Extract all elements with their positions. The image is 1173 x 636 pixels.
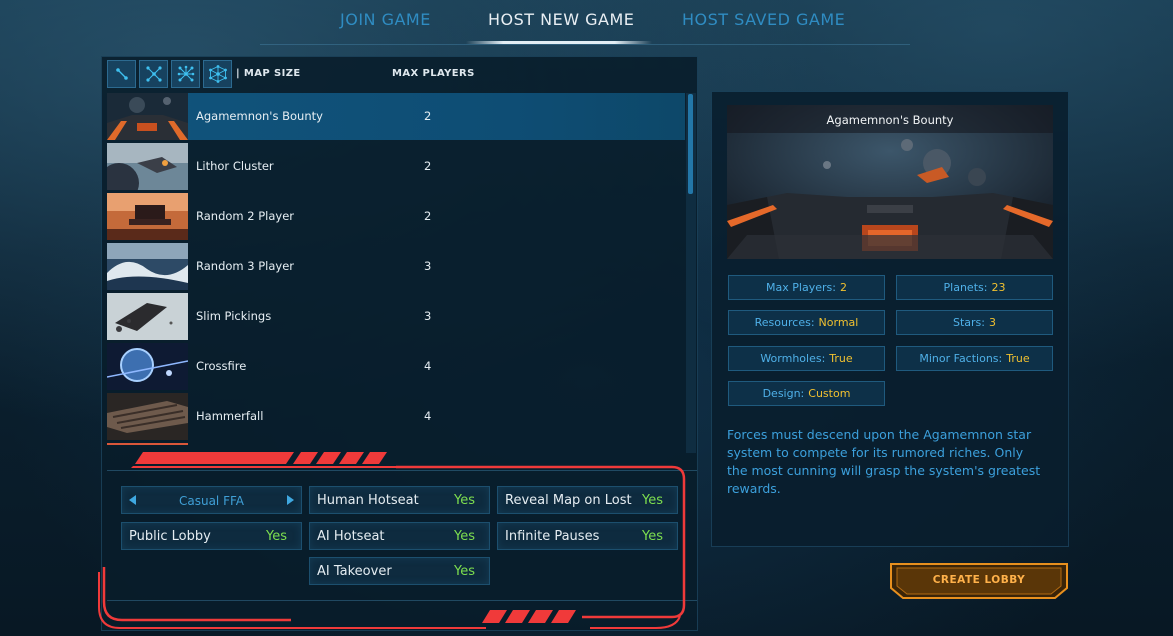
map-thumbnail — [107, 143, 188, 190]
map-row-agamemnons-bounty[interactable]: Agamemnon's Bounty 2 — [107, 93, 685, 140]
large-map-icon[interactable] — [171, 60, 200, 88]
map-thumbnail — [107, 393, 188, 440]
stat-planets: Planets: 23 — [896, 275, 1053, 300]
stat-design: Design: Custom — [728, 381, 885, 406]
medium-map-icon[interactable] — [139, 60, 168, 88]
stat-minor-factions-label: Minor Factions: — [919, 352, 1003, 365]
map-row-lithor-cluster[interactable]: Lithor Cluster 2 — [107, 143, 685, 190]
stat-planets-label: Planets: — [943, 281, 988, 294]
map-thumbnail — [107, 193, 188, 240]
map-name: Slim Pickings — [196, 309, 272, 323]
huge-map-icon[interactable] — [203, 60, 232, 88]
map-name: Lithor Cluster — [196, 159, 274, 173]
map-max-players: 4 — [424, 409, 432, 423]
map-description: Forces must descend upon the Agamemnon s… — [727, 427, 1041, 496]
stat-max-players-label: Max Players: — [766, 281, 836, 294]
stat-max-players-value: 2 — [839, 281, 847, 294]
map-filter-bar: | MAP SIZE MAX PLAYERS — [107, 60, 697, 88]
top-tab-bar: JOIN GAME HOST NEW GAME HOST SAVED GAME — [0, 0, 1173, 46]
create-lobby-button[interactable]: CREATE LOBBY — [889, 562, 1069, 600]
map-row-slim-pickings[interactable]: Slim Pickings 3 — [107, 293, 685, 340]
tab-join-game[interactable]: JOIN GAME — [340, 10, 431, 34]
map-name: Crossfire — [196, 359, 247, 373]
map-max-players: 2 — [424, 209, 432, 223]
stat-resources-value: Normal — [818, 316, 859, 329]
map-row-crossfire[interactable]: Crossfire 4 — [107, 343, 685, 390]
map-size-header: | MAP SIZE — [236, 68, 301, 79]
stat-wormholes-label: Wormholes: — [760, 352, 826, 365]
map-max-players: 2 — [424, 159, 432, 173]
stat-minor-factions-value: True — [1006, 352, 1030, 365]
map-row-random-2-player[interactable]: Random 2 Player 2 — [107, 193, 685, 240]
highlight-frame — [98, 452, 686, 629]
tab-host-new-game[interactable]: HOST NEW GAME — [488, 10, 634, 34]
map-list: Agamemnon's Bounty 2 Lithor Cluster 2 Ra… — [107, 93, 685, 445]
map-thumbnail — [107, 443, 188, 445]
map-name: Random 2 Player — [196, 209, 295, 223]
map-max-players: 3 — [424, 309, 432, 323]
map-name: Agamemnon's Bounty — [196, 109, 323, 123]
stat-stars: Stars: 3 — [896, 310, 1053, 335]
stat-design-label: Design: — [762, 387, 805, 400]
map-row-hammerfall[interactable]: Hammerfall 4 — [107, 393, 685, 440]
map-thumbnail — [107, 293, 188, 340]
tab-host-saved-game[interactable]: HOST SAVED GAME — [682, 10, 845, 34]
map-name: Hammerfall — [196, 409, 264, 423]
stat-wormholes-value: True — [829, 352, 853, 365]
stat-planets-value: 23 — [991, 281, 1006, 294]
max-players-header: MAX PLAYERS — [392, 68, 475, 79]
map-thumbnail — [107, 343, 188, 390]
stat-stars-label: Stars: — [953, 316, 985, 329]
stat-max-players: Max Players: 2 — [728, 275, 885, 300]
map-max-players: 4 — [424, 359, 432, 373]
active-tab-underline — [466, 41, 652, 44]
map-thumbnail — [107, 243, 188, 290]
map-name: Random 3 Player — [196, 259, 295, 273]
stat-minor-factions: Minor Factions: True — [896, 346, 1053, 371]
map-row-partial[interactable] — [107, 443, 685, 445]
map-max-players: 2 — [424, 109, 432, 123]
tab-divider-line — [260, 44, 910, 45]
create-lobby-label: CREATE LOBBY — [932, 574, 1026, 586]
stat-design-value: Custom — [808, 387, 851, 400]
stat-wormholes: Wormholes: True — [728, 346, 885, 371]
small-map-icon[interactable] — [107, 60, 136, 88]
map-list-scroll-thumb[interactable] — [688, 94, 693, 194]
stat-resources: Resources: Normal — [728, 310, 885, 335]
stat-resources-label: Resources: — [754, 316, 815, 329]
map-thumbnail — [107, 93, 188, 140]
stat-stars-value: 3 — [989, 316, 996, 329]
preview-map-title: Agamemnon's Bounty — [826, 113, 954, 127]
map-max-players: 3 — [424, 259, 432, 273]
map-preview: Agamemnon's Bounty — [727, 105, 1053, 259]
map-row-random-3-player[interactable]: Random 3 Player 3 — [107, 243, 685, 290]
